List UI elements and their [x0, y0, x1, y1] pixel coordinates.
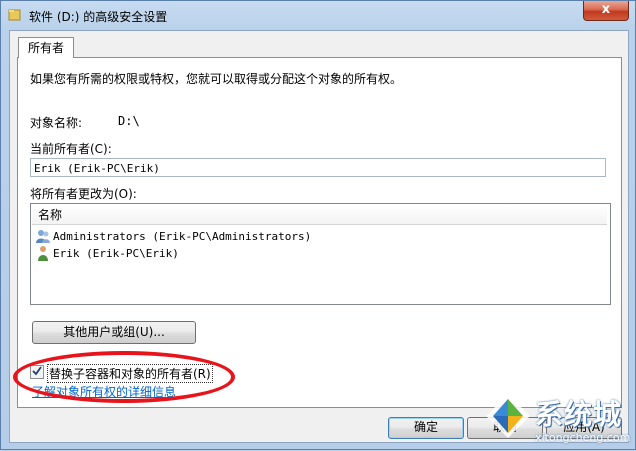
users-group-icon [36, 230, 50, 243]
list-item-label: Erik (Erik-PC\Erik) [53, 247, 179, 260]
folder-icon [8, 9, 21, 21]
dialog-client-area: 所有者 如果您有所需的权限或特权，您就可以取得或分配这个对象的所有权。 对象名称… [9, 30, 629, 443]
object-name-label: 对象名称: [30, 116, 83, 130]
title-bar[interactable]: 软件 (D:) 的高级安全设置 x [1, 1, 635, 29]
ok-button[interactable]: 确定 [388, 417, 464, 439]
tab-owner[interactable]: 所有者 [18, 37, 74, 58]
apply-button[interactable]: 应用(A) [546, 417, 622, 439]
owner-panel: 如果您有所需的权限或特权，您就可以取得或分配这个对象的所有权。 对象名称: D:… [17, 57, 622, 408]
list-item[interactable]: Erik (Erik-PC\Erik) [35, 245, 179, 262]
learn-more-link[interactable]: 了解对象所有权的详细信息 [32, 383, 176, 400]
column-header-name[interactable]: 名称 [32, 205, 607, 225]
owner-listbox[interactable]: 名称 Administrators (Erik-PC\Administrator… [30, 203, 611, 305]
cancel-button[interactable]: 取消 [467, 417, 543, 439]
close-button[interactable]: x [583, 1, 629, 21]
checkmark-icon [32, 366, 42, 376]
description-text: 如果您有所需的权限或特权，您就可以取得或分配这个对象的所有权。 [30, 72, 403, 86]
list-item[interactable]: Administrators (Erik-PC\Administrators) [35, 228, 311, 245]
close-icon: x [601, 2, 611, 17]
replace-owner-label: 替换子容器和对象的所有者(R) [47, 364, 213, 383]
replace-owner-checkbox[interactable] [30, 365, 44, 379]
window-title: 软件 (D:) 的高级安全设置 [29, 10, 168, 24]
object-name-value: D:\ [118, 114, 140, 128]
current-owner-label: 当前所有者(C): [30, 142, 112, 156]
current-owner-field[interactable]: Erik (Erik-PC\Erik) [30, 158, 606, 177]
dialog-window: 软件 (D:) 的高级安全设置 x 所有者 如果您有所需的权限或特权，您就可以取… [0, 0, 636, 450]
change-owner-label: 将所有者更改为(O): [30, 187, 137, 201]
user-icon [38, 246, 48, 261]
other-users-button[interactable]: 其他用户或组(U)... [32, 321, 196, 344]
list-item-label: Administrators (Erik-PC\Administrators) [53, 230, 312, 243]
